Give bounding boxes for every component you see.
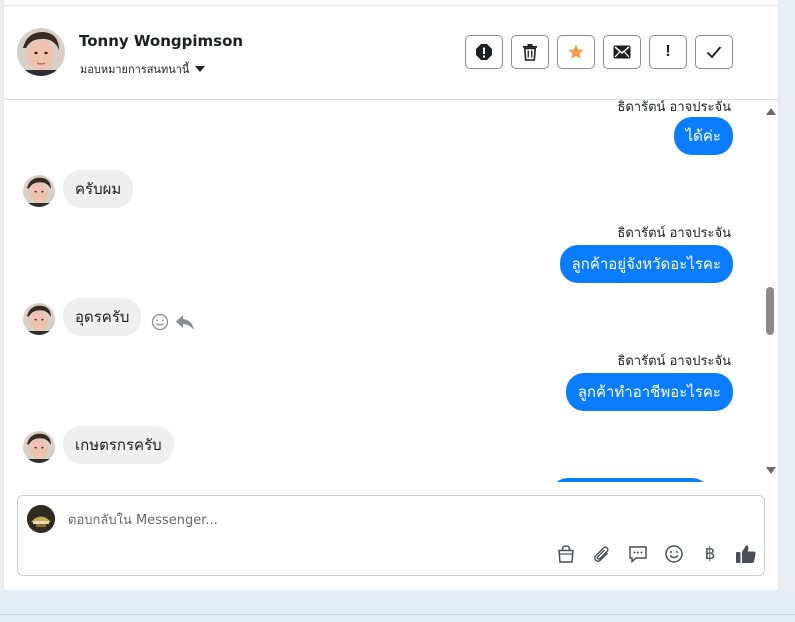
sender-name: ธิดารัตน์ อาจประจัน xyxy=(617,354,731,369)
outgoing-message-partial[interactable] xyxy=(550,478,710,482)
baht-symbol: ฿ xyxy=(704,544,716,564)
scroll-thumb[interactable] xyxy=(766,287,774,335)
smiley-icon[interactable] xyxy=(662,542,686,566)
sender-name: ธิดารัตน์ อาจประจัน xyxy=(617,100,731,115)
scroll-up-arrow-icon[interactable] xyxy=(766,108,776,115)
taskbar-strip xyxy=(0,590,795,622)
speech-bubble-icon[interactable] xyxy=(626,542,650,566)
message-scrollbar[interactable] xyxy=(764,100,778,478)
incoming-message[interactable]: เกษตรกรครับ xyxy=(63,426,174,464)
exclamation-icon: ! xyxy=(665,43,671,60)
star-button[interactable] xyxy=(557,35,595,69)
message-thread[interactable]: ธิดารัตน์ อาจประจัน ได้ค่ะ ครับผม ธิดารั… xyxy=(4,100,778,482)
composer-tools: ฿ xyxy=(554,542,758,566)
baht-icon[interactable]: ฿ xyxy=(698,542,722,566)
scroll-down-arrow-icon[interactable] xyxy=(766,467,776,474)
report-button[interactable] xyxy=(465,35,503,69)
contact-name[interactable]: Tonny Wongpimson xyxy=(79,32,243,50)
assign-label: มอบหมายการสนทนานี้ xyxy=(80,63,190,76)
reply-composer: ฿ xyxy=(17,495,765,576)
reply-arrow-icon[interactable] xyxy=(175,313,195,331)
thumbs-up-icon[interactable] xyxy=(734,542,758,566)
conversation-actions: ! xyxy=(465,35,733,69)
react-smiley-icon[interactable] xyxy=(151,313,169,331)
outgoing-message[interactable]: ได้ค่ะ xyxy=(673,117,733,155)
contact-avatar-small xyxy=(23,175,55,207)
star-icon xyxy=(568,44,584,59)
check-icon xyxy=(706,46,722,59)
contact-avatar-small xyxy=(23,431,55,463)
done-button[interactable] xyxy=(695,35,733,69)
reply-input[interactable] xyxy=(66,508,670,532)
trash-icon xyxy=(523,44,537,61)
sender-name: ธิดารัตน์ อาจประจัน xyxy=(617,226,731,241)
bag-icon[interactable] xyxy=(554,542,578,566)
assign-conversation-dropdown[interactable]: มอบหมายการสนทนานี้ xyxy=(80,60,206,78)
mark-unread-button[interactable] xyxy=(603,35,641,69)
contact-avatar-small xyxy=(23,303,55,335)
delete-button[interactable] xyxy=(511,35,549,69)
envelope-icon xyxy=(613,45,631,59)
outgoing-message[interactable]: ลูกค้าอยู่จังหวัดอะไรคะ xyxy=(559,245,733,283)
conversation-window: Tonny Wongpimson มอบหมายการสนทนานี้ ! ธิ… xyxy=(3,0,779,590)
alert-circle-icon xyxy=(476,44,492,60)
conversation-header: Tonny Wongpimson มอบหมายการสนทนานี้ ! xyxy=(4,6,778,100)
page-avatar xyxy=(27,505,55,533)
incoming-message[interactable]: อุดรครับ xyxy=(63,298,142,336)
taskbar-divider xyxy=(0,614,795,615)
caret-down-icon xyxy=(195,66,206,72)
contact-avatar[interactable] xyxy=(17,28,65,76)
outgoing-message[interactable]: ลูกค้าทำอาชีพอะไรคะ xyxy=(565,373,733,411)
important-button[interactable]: ! xyxy=(649,35,687,69)
incoming-message[interactable]: ครับผม xyxy=(63,170,134,208)
paperclip-icon[interactable] xyxy=(590,542,614,566)
